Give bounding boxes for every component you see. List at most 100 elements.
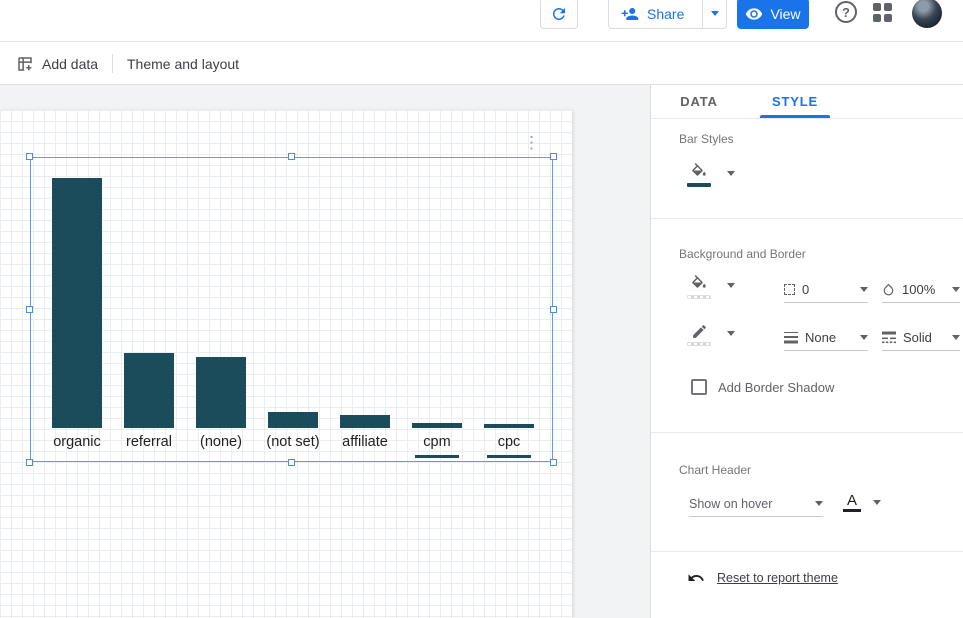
font-color-swatch — [843, 509, 861, 512]
top-toolbar: Share View ? — [0, 0, 963, 42]
add-data-icon — [16, 55, 34, 73]
chevron-down-icon — [860, 287, 868, 292]
bar-label: organic — [53, 434, 101, 450]
chevron-down-icon — [727, 171, 735, 176]
share-dropdown-button[interactable] — [702, 0, 726, 28]
chart-more-options-icon[interactable]: ⋮ — [523, 134, 540, 151]
bar-fill-swatch — [687, 183, 711, 187]
refresh-button[interactable] — [540, 0, 578, 29]
tab-data[interactable]: DATA — [651, 85, 747, 118]
header-font-color-control[interactable]: A — [843, 493, 881, 512]
apps-grid-dot — [884, 14, 892, 22]
bar-label: (none) — [200, 434, 242, 450]
border-weight-value: None — [805, 330, 853, 345]
help-button[interactable]: ? — [835, 1, 857, 23]
selection-handle-bottom-center[interactable] — [288, 459, 295, 466]
person-add-icon — [621, 5, 639, 23]
properties-panel: DATA STYLE Bar Styles Background and Bor… — [650, 85, 963, 618]
bar-referral[interactable] — [124, 353, 174, 428]
border-style-value: Solid — [903, 330, 945, 345]
font-color-a-icon: A — [847, 493, 857, 508]
apps-grid-dot — [884, 3, 892, 11]
apps-grid-dot — [873, 3, 881, 11]
border-pen-icon — [691, 323, 708, 340]
apps-grid-dot — [873, 14, 881, 22]
axis-segment — [487, 455, 531, 458]
chevron-down-icon — [952, 335, 960, 340]
bar-label: cpm — [423, 434, 450, 450]
refresh-icon — [550, 5, 568, 23]
bar-label: cpc — [498, 434, 521, 450]
share-button[interactable]: Share — [608, 0, 727, 29]
selection-handle-top-center[interactable] — [288, 153, 295, 160]
theme-layout-label: Theme and layout — [127, 56, 239, 72]
opacity-value: 100% — [902, 282, 945, 297]
border-radius-select[interactable]: 0 — [784, 277, 868, 303]
bar-affiliate[interactable] — [340, 415, 390, 428]
section-title-chart-header: Chart Header — [679, 463, 751, 477]
bar-organic[interactable] — [52, 178, 102, 428]
border-color-control[interactable] — [687, 323, 735, 346]
paint-bucket-icon — [690, 163, 708, 181]
bar-label: (not set) — [266, 434, 319, 450]
chevron-down-icon — [727, 331, 735, 336]
border-radius-value: 0 — [802, 282, 853, 297]
selection-handle-top-right[interactable] — [550, 153, 557, 160]
opacity-select[interactable]: 100% — [882, 277, 960, 303]
section-title-background-border: Background and Border — [679, 247, 806, 261]
section-divider — [651, 432, 963, 433]
add-data-label: Add data — [42, 56, 98, 72]
bar-column: cpc — [484, 178, 534, 428]
chevron-down-icon — [952, 287, 960, 292]
border-shadow-checkbox[interactable] — [691, 379, 707, 395]
help-icon: ? — [842, 5, 850, 20]
edit-toolbar: Add data Theme and layout — [0, 42, 963, 85]
axis-segment — [415, 455, 459, 458]
add-data-button[interactable]: Add data — [16, 42, 98, 85]
bar-column: referral — [124, 178, 174, 428]
selection-handle-bottom-right[interactable] — [550, 459, 557, 466]
bar-none[interactable] — [196, 357, 246, 428]
toolbar-divider — [112, 54, 113, 73]
line-weight-icon — [784, 331, 798, 344]
background-color-control[interactable] — [687, 275, 735, 299]
chevron-down-icon — [711, 11, 719, 16]
bar-fill-color-control[interactable] — [687, 163, 735, 187]
chevron-down-icon — [860, 335, 868, 340]
chevron-down-icon — [873, 500, 881, 505]
bar-label: affiliate — [342, 434, 388, 450]
selection-handle-bottom-left[interactable] — [26, 459, 33, 466]
bar-cpc[interactable] — [484, 424, 534, 428]
chart-header-visibility-select[interactable]: Show on hover — [689, 491, 823, 517]
section-title-bar-styles: Bar Styles — [679, 132, 734, 146]
border-weight-select[interactable]: None — [784, 325, 868, 351]
bar-chart[interactable]: organicreferral(none)(not set)affiliatec… — [52, 178, 534, 428]
border-radius-icon — [784, 284, 795, 295]
view-button-label: View — [770, 6, 800, 22]
bar-label: referral — [126, 434, 172, 450]
add-border-shadow-option[interactable]: Add Border Shadow — [691, 379, 834, 395]
border-style-select[interactable]: Solid — [882, 325, 960, 351]
theme-and-layout-button[interactable]: Theme and layout — [127, 42, 239, 85]
line-style-icon — [882, 331, 896, 344]
bar-notset[interactable] — [268, 412, 318, 428]
view-button[interactable]: View — [737, 0, 809, 29]
section-divider — [651, 551, 963, 552]
apps-grid-icon[interactable] — [873, 3, 893, 23]
undo-icon — [687, 569, 705, 587]
selection-handle-middle-right[interactable] — [550, 306, 557, 313]
reset-to-report-theme[interactable]: Reset to report theme — [687, 569, 838, 587]
chevron-down-icon — [815, 501, 823, 506]
bar-cpm[interactable] — [412, 423, 462, 428]
paint-bucket-icon — [690, 275, 708, 293]
border-shadow-label: Add Border Shadow — [718, 380, 834, 395]
section-divider — [651, 218, 963, 219]
panel-tabs: DATA STYLE — [651, 85, 963, 119]
selection-handle-top-left[interactable] — [26, 153, 33, 160]
tab-style[interactable]: STYLE — [747, 85, 843, 118]
report-canvas[interactable]: ⋮ organicreferral(none)(not set)affiliat… — [0, 110, 572, 618]
user-avatar[interactable] — [912, 0, 942, 28]
chart-header-visibility-value: Show on hover — [689, 497, 808, 511]
eye-icon — [745, 5, 763, 23]
selection-handle-middle-left[interactable] — [26, 306, 33, 313]
